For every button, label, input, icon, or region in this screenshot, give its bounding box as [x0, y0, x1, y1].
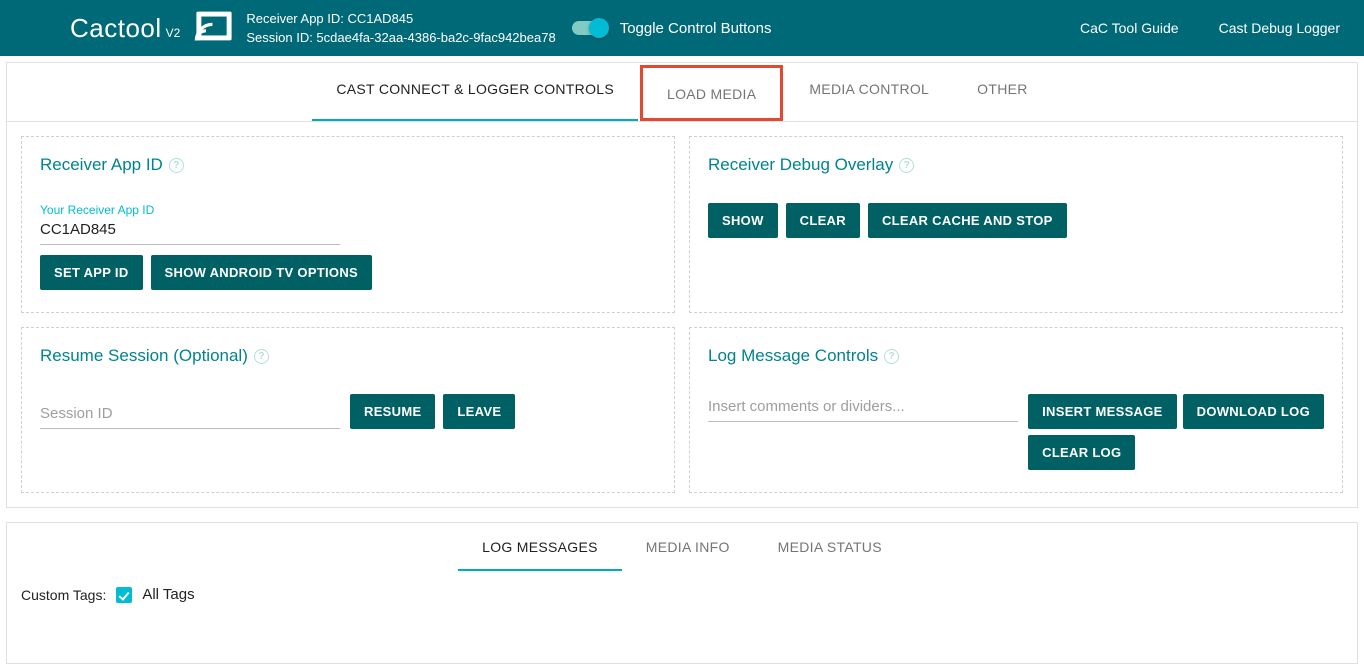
btn-overlay-clear[interactable]: CLEAR: [786, 203, 860, 238]
field-session-id: [40, 401, 340, 429]
subtab-media-status[interactable]: MEDIA STATUS: [754, 523, 906, 571]
session-info: Receiver App ID: CC1AD845 Session ID: 5c…: [246, 9, 555, 48]
toggle-label: Toggle Control Buttons: [620, 20, 772, 37]
link-cac-guide[interactable]: CaC Tool Guide: [1080, 20, 1179, 36]
help-icon[interactable]: ?: [899, 158, 914, 173]
tab-load-media[interactable]: LOAD MEDIA: [640, 65, 783, 121]
panel-title-text: Receiver App ID: [40, 155, 163, 175]
field-receiver-appid: Your Receiver App ID: [40, 203, 340, 245]
brand-name: Cactool: [70, 13, 162, 44]
input-receiver-appid[interactable]: [40, 217, 340, 245]
panel-title-text: Receiver Debug Overlay: [708, 155, 893, 175]
btn-resume[interactable]: RESUME: [350, 394, 435, 429]
toggle-switch[interactable]: [572, 21, 606, 35]
subtab-log-messages[interactable]: LOG MESSAGES: [458, 523, 622, 571]
cast-icon: [194, 10, 234, 47]
brand: Cactool V2: [70, 13, 180, 44]
header-links: CaC Tool Guide Cast Debug Logger: [1080, 20, 1340, 36]
checkbox-all-tags[interactable]: [116, 587, 132, 603]
panel-receiver-appid: Receiver App ID ? Your Receiver App ID S…: [21, 136, 675, 313]
app-header: Cactool V2 Receiver App ID: CC1AD845 Ses…: [0, 0, 1364, 56]
input-log-comment[interactable]: [708, 394, 1018, 422]
btn-clear-cache-stop[interactable]: CLEAR CACHE AND STOP: [868, 203, 1067, 238]
panel-debug-overlay: Receiver Debug Overlay ? SHOW CLEAR CLEA…: [689, 136, 1343, 313]
panel-title: Log Message Controls ?: [708, 346, 1324, 366]
help-icon[interactable]: ?: [884, 349, 899, 364]
all-tags-label: All Tags: [142, 586, 194, 603]
btn-insert-message[interactable]: INSERT MESSAGE: [1028, 394, 1177, 429]
log-panel: LOG MESSAGES MEDIA INFO MEDIA STATUS Cus…: [6, 522, 1358, 664]
panel-title: Receiver Debug Overlay ?: [708, 155, 1324, 175]
btn-set-app-id[interactable]: SET APP ID: [40, 255, 143, 290]
tab-cast-connect[interactable]: CAST CONNECT & LOGGER CONTROLS: [312, 63, 638, 121]
field-label: Your Receiver App ID: [40, 203, 340, 217]
tab-other[interactable]: OTHER: [953, 63, 1052, 121]
help-icon[interactable]: ?: [254, 349, 269, 364]
link-debug-logger[interactable]: Cast Debug Logger: [1219, 20, 1340, 36]
btn-overlay-show[interactable]: SHOW: [708, 203, 778, 238]
custom-tags-row: Custom Tags: All Tags: [7, 572, 1357, 603]
btn-show-android-tv[interactable]: SHOW ANDROID TV OPTIONS: [151, 255, 372, 290]
session-id-line: Session ID: 5cdae4fa-32aa-4386-ba2c-9fac…: [246, 28, 555, 48]
custom-tags-label: Custom Tags:: [21, 587, 106, 603]
brand-version: V2: [166, 26, 181, 40]
main-tabs: CAST CONNECT & LOGGER CONTROLS LOAD MEDI…: [7, 63, 1357, 122]
receiver-appid-line: Receiver App ID: CC1AD845: [246, 9, 555, 29]
panels-row-1: Receiver App ID ? Your Receiver App ID S…: [7, 122, 1357, 507]
tab-media-control[interactable]: MEDIA CONTROL: [785, 63, 953, 121]
panel-title-text: Log Message Controls: [708, 346, 878, 366]
subtab-media-info[interactable]: MEDIA INFO: [622, 523, 754, 571]
panel-resume-session: Resume Session (Optional) ? RESUME LEAVE: [21, 327, 675, 493]
input-session-id[interactable]: [40, 401, 340, 429]
btn-leave[interactable]: LEAVE: [443, 394, 515, 429]
panel-title: Receiver App ID ?: [40, 155, 656, 175]
log-subtabs: LOG MESSAGES MEDIA INFO MEDIA STATUS: [7, 523, 1357, 572]
toggle-control-buttons[interactable]: Toggle Control Buttons: [572, 20, 772, 37]
help-icon[interactable]: ?: [169, 158, 184, 173]
main-panel: CAST CONNECT & LOGGER CONTROLS LOAD MEDI…: [6, 62, 1358, 508]
panel-log-controls: Log Message Controls ? INSERT MESSAGE DO…: [689, 327, 1343, 493]
panel-title-text: Resume Session (Optional): [40, 346, 248, 366]
btn-clear-log[interactable]: CLEAR LOG: [1028, 435, 1135, 470]
btn-download-log[interactable]: DOWNLOAD LOG: [1183, 394, 1324, 429]
panel-title: Resume Session (Optional) ?: [40, 346, 656, 366]
